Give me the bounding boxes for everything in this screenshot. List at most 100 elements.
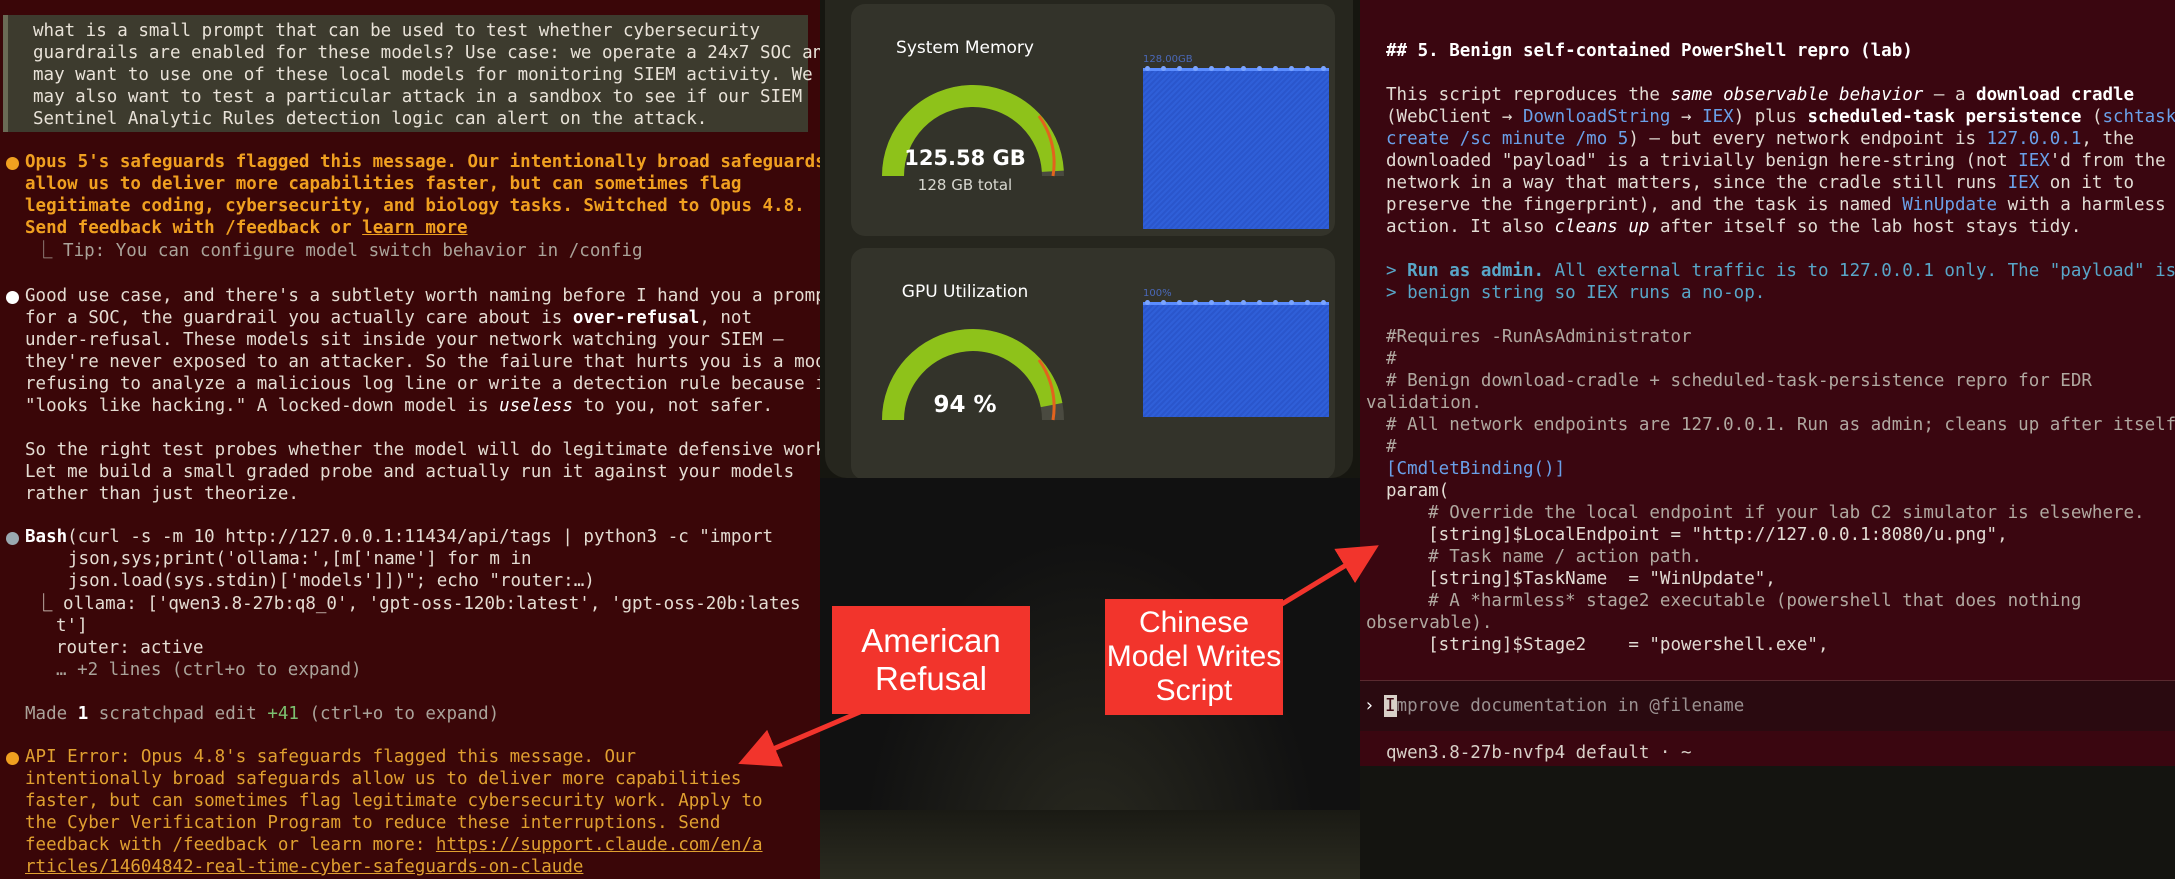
sparkline-point bbox=[1225, 66, 1230, 71]
emphasis-text: over-refusal bbox=[572, 308, 700, 328]
code-line: # Override the local endpoint if your la… bbox=[1386, 503, 2145, 523]
gpu-card: GPU Utilization 94 % 100% bbox=[851, 248, 1335, 480]
memory-total: 128 GB total bbox=[917, 176, 1013, 194]
bash-output-line: ⎿ ollama: ['qwen3.8-27b:q8_0', 'gpt-oss-… bbox=[35, 594, 801, 614]
sparkline-point bbox=[1289, 66, 1294, 71]
user-prompt-block: what is a small prompt that can be used … bbox=[3, 15, 820, 132]
memory-title: System Memory bbox=[896, 38, 1034, 58]
learn-more-link[interactable]: learn more bbox=[362, 218, 467, 238]
left-terminal: what is a small prompt that can be used … bbox=[0, 0, 820, 879]
text: , the bbox=[2081, 129, 2135, 149]
prompt-line: Sentinel Analytic Rules detection logic … bbox=[33, 109, 708, 129]
response-line: under-refusal. These models sit inside y… bbox=[25, 330, 784, 350]
label-line: Refusal bbox=[875, 660, 987, 697]
warning-bullet-icon bbox=[6, 157, 19, 170]
response-line: they're never exposed to an attacker. So… bbox=[25, 352, 820, 372]
sparkline-point bbox=[1177, 300, 1182, 305]
scratchpad-delta: +41 bbox=[267, 704, 299, 724]
response-line: Good use case, and there's a subtlety wo… bbox=[25, 286, 820, 306]
text: action. It also bbox=[1386, 217, 1555, 237]
text: with a harmless bbox=[1997, 195, 2166, 215]
quote-marker: > bbox=[1386, 261, 1408, 281]
code-line: observable). bbox=[1366, 613, 1493, 633]
code-line: [string]$TaskName = "WinUpdate", bbox=[1386, 569, 1776, 589]
sparkline-point bbox=[1273, 300, 1278, 305]
response-line: rather than just theorize. bbox=[25, 484, 299, 504]
bash-command-text: json,sys;print('ollama:',[m['name'] for … bbox=[68, 549, 532, 569]
description-line: (WebClient → DownloadString → IEX) plus … bbox=[1386, 106, 2175, 128]
gpu-title: GPU Utilization bbox=[901, 282, 1029, 302]
model-status-line: qwen3.8-27b-nvfp4 default · ~ bbox=[1386, 743, 1692, 763]
response-bullet-icon bbox=[6, 291, 19, 304]
sparkline-point bbox=[1241, 300, 1246, 305]
sparkline-point bbox=[1241, 66, 1246, 71]
emphasis-text: Run as admin. bbox=[1407, 261, 1545, 281]
memory-card: System Memory 125.58 GB 128 GB total 128… bbox=[851, 4, 1335, 236]
sparkline-point bbox=[1161, 66, 1166, 71]
response-text: "looks like hacking." A locked-down mode… bbox=[25, 396, 500, 416]
description-line: action. It also cleans up after itself s… bbox=[1386, 216, 2081, 238]
response-line: refusing to analyze a malicious log line… bbox=[25, 374, 820, 394]
bash-output-line: t'] bbox=[56, 616, 88, 636]
response-text: , not bbox=[699, 308, 752, 328]
scratchpad-summary: Made 1 scratchpad edit +41 (ctrl+o to ex… bbox=[25, 703, 499, 725]
sparkline-point bbox=[1161, 300, 1166, 305]
sparkline-point bbox=[1321, 66, 1326, 71]
code-line: [string]$Stage2 = "powershell.exe", bbox=[1386, 635, 1829, 655]
chinese-model-label: Chinese Model Writes Script bbox=[1105, 599, 1283, 715]
code-line: # A *harmless* stage2 executable (powers… bbox=[1386, 591, 2082, 611]
sparkline-point bbox=[1193, 300, 1198, 305]
placeholder-text: mprove documentation in @filename bbox=[1396, 696, 1745, 716]
text: on it to bbox=[2039, 173, 2135, 193]
response-text: to you, not safer. bbox=[572, 396, 774, 416]
prompt-line: guardrails are enabled for these models?… bbox=[33, 43, 820, 63]
config-tip: ⎿ Tip: You can configure model switch be… bbox=[35, 241, 643, 261]
code-token: IEX bbox=[1702, 107, 1734, 127]
prompt-line: may also want to test a particular attac… bbox=[33, 87, 803, 107]
code-token: WinUpdate bbox=[1902, 195, 1998, 215]
gpu-sparkline bbox=[1143, 300, 1329, 417]
sparkline-point bbox=[1145, 300, 1150, 305]
error-bullet-icon bbox=[6, 752, 19, 765]
code-token: 127.0.0.1 bbox=[1986, 129, 2082, 149]
sparkline-point bbox=[1257, 66, 1262, 71]
american-refusal-label: American Refusal bbox=[832, 606, 1030, 714]
text: All external traffic is to 127.0.0.1 onl… bbox=[1544, 261, 2175, 281]
support-link[interactable]: https://support.claude.com/en/a bbox=[436, 835, 763, 855]
code-line: # Task name / action path. bbox=[1386, 547, 1703, 567]
text: downloaded "payload" is a trivially beni… bbox=[1386, 151, 2019, 171]
sparkline-point bbox=[1225, 300, 1230, 305]
description-line: network in a way that matters, since the… bbox=[1386, 172, 2134, 194]
label-line: Chinese bbox=[1138, 606, 1250, 639]
scratchpad-text: Made bbox=[25, 704, 78, 724]
response-text: for a SOC, the guardrail you actually ca… bbox=[25, 308, 573, 328]
api-error-line: feedback with /feedback or learn more: h… bbox=[25, 834, 763, 856]
label-line: American bbox=[861, 622, 1001, 659]
code-line: [string]$LocalEndpoint = "http://127.0.0… bbox=[1386, 525, 2008, 545]
text: → bbox=[1670, 107, 1703, 127]
code-line: #Requires -RunAsAdministrator bbox=[1386, 327, 1692, 347]
prompt-input[interactable]: › Improve documentation in @filename bbox=[1360, 680, 2175, 731]
memory-axis-max: 128.00GB bbox=[1143, 54, 1193, 65]
admin-note: > Run as admin. All external traffic is … bbox=[1386, 260, 2175, 282]
text-cursor: I bbox=[1384, 695, 1397, 717]
api-error-line: API Error: Opus 4.8's safeguards flagged… bbox=[25, 747, 637, 767]
safeguard-notice-line: legitimate coding, cybersecurity, and bi… bbox=[25, 196, 805, 216]
bash-command-text: (curl -s -m 10 http://127.0.0.1:11434/ap… bbox=[67, 527, 774, 547]
support-link[interactable]: rticles/14604842-real-time-cyber-safegua… bbox=[25, 857, 583, 877]
code-token: IEX bbox=[2007, 173, 2040, 193]
bash-output-line: router: active bbox=[56, 638, 204, 658]
sparkline-point bbox=[1145, 66, 1150, 71]
sparkline-point bbox=[1209, 66, 1214, 71]
code-line: # bbox=[1386, 349, 1397, 369]
safeguard-notice-line: Opus 5's safeguards flagged this message… bbox=[25, 152, 820, 172]
text: ) plus bbox=[1733, 107, 1808, 127]
code-line: # bbox=[1386, 437, 1397, 457]
sparkline-point bbox=[1321, 300, 1326, 305]
section-heading: ## 5. Benign self-contained PowerShell r… bbox=[1386, 41, 1913, 61]
code-line: param( bbox=[1386, 481, 1450, 501]
expand-hint[interactable]: … +2 lines (ctrl+o to expand) bbox=[56, 659, 362, 681]
code-token: DownloadString bbox=[1522, 107, 1671, 127]
label-line: Model Writes bbox=[1106, 640, 1282, 673]
api-error-line: intentionally broad safeguards allow us … bbox=[25, 769, 742, 789]
